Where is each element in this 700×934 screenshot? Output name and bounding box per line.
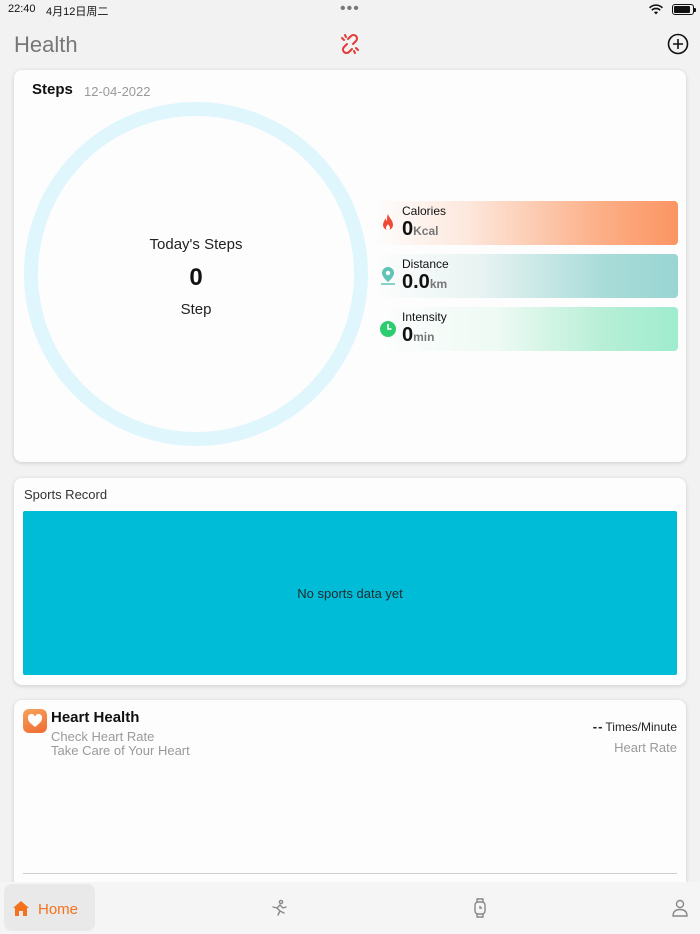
divider	[23, 873, 677, 874]
heart-rate-unit: Times/Minute	[605, 720, 677, 734]
status-bar: 22:40 4月12日周二 •••	[0, 0, 700, 20]
calories-metric: Calories 0Kcal	[376, 201, 678, 245]
home-icon	[13, 901, 29, 916]
sports-record-card[interactable]: Sports Record No sports data yet	[14, 478, 686, 685]
flame-icon	[383, 214, 393, 230]
heart-icon	[23, 709, 47, 733]
tab-home-label: Home	[38, 901, 79, 918]
steps-title: Steps	[32, 81, 73, 98]
steps-card[interactable]: Steps 12-04-2022 Today's Steps 0 Step Ca…	[14, 70, 686, 462]
intensity-metric: Intensity 0min	[376, 307, 678, 351]
tab-bar: Home	[0, 882, 700, 934]
clock-icon	[380, 321, 396, 337]
intensity-number: 0	[402, 324, 414, 346]
intensity-label: Intensity	[402, 310, 447, 324]
calories-unit: Kcal	[413, 224, 439, 238]
link-broken-icon[interactable]	[338, 32, 362, 56]
wifi-icon	[649, 4, 663, 15]
heart-rate-caption: Heart Rate	[614, 740, 677, 755]
sport-icon[interactable]	[270, 899, 288, 917]
distance-unit: km	[429, 277, 448, 291]
sports-empty-message: No sports data yet	[297, 585, 403, 601]
calories-label: Calories	[402, 204, 447, 218]
sports-record-panel: No sports data yet	[23, 511, 677, 675]
distance-number: 0.0	[402, 271, 430, 293]
battery-icon	[672, 4, 696, 15]
tab-home[interactable]: Home	[4, 884, 95, 931]
multitask-dots-icon[interactable]: •••	[340, 0, 360, 18]
page-title: Health	[14, 32, 78, 57]
sports-record-title: Sports Record	[24, 487, 108, 502]
profile-icon[interactable]	[672, 899, 688, 917]
calories-value: 0Kcal	[402, 218, 438, 241]
calories-number: 0	[402, 218, 414, 240]
todays-steps-value: 0	[189, 264, 203, 291]
heart-rate-number: --	[592, 719, 604, 734]
heart-health-card[interactable]: Heart Health Check Heart Rate Take Care …	[14, 700, 686, 890]
add-button[interactable]	[667, 33, 689, 55]
watch-icon[interactable]	[472, 898, 488, 918]
intensity-unit: min	[413, 330, 435, 344]
status-date: 4月12日周二	[46, 6, 109, 18]
heart-health-subtitle-2: Take Care of Your Heart	[51, 743, 190, 758]
todays-steps-unit: Step	[180, 301, 212, 318]
location-pin-icon	[381, 267, 395, 285]
heart-health-title: Heart Health	[51, 709, 140, 726]
distance-value: 0.0km	[402, 271, 447, 294]
status-time: 22:40	[8, 3, 36, 15]
distance-metric: Distance 0.0km	[376, 254, 678, 298]
heart-health-subtitle-1: Check Heart Rate	[51, 729, 155, 744]
todays-steps-label: Today's Steps	[149, 236, 243, 253]
steps-date: 12-04-2022	[84, 84, 151, 99]
intensity-value: 0min	[402, 324, 434, 347]
distance-label: Distance	[402, 257, 449, 271]
heart-rate-value: -- Times/Minute	[593, 719, 677, 734]
